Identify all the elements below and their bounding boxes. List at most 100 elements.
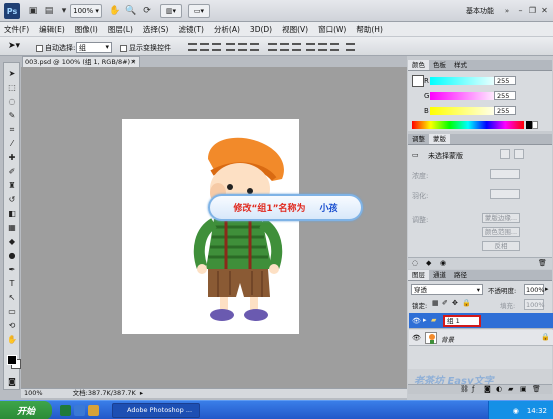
tab-paths[interactable]: 路径 [450, 270, 471, 280]
blue-value[interactable]: 255 [494, 106, 516, 115]
status-arrow-icon[interactable]: ▸ [140, 389, 143, 397]
adjustment-layer-icon[interactable]: ◐ [496, 385, 502, 393]
distribute-hcenter-icon[interactable] [318, 43, 327, 51]
invert-button[interactable]: 反相 [482, 241, 520, 251]
clone-stamp-tool-icon[interactable]: ♜ [7, 181, 17, 191]
document-tab[interactable]: 003.psd @ 100% (组 1, RGB/8#) * ✕ [22, 56, 140, 67]
healing-brush-tool-icon[interactable]: ✚ [7, 153, 17, 163]
distribute-right-icon[interactable] [330, 43, 339, 51]
opacity-field[interactable]: 100% [524, 284, 545, 295]
lasso-tool-icon[interactable]: ◌ [7, 97, 17, 107]
pen-tool-icon[interactable]: ✒ [7, 265, 17, 275]
quicklaunch-browser-icon[interactable] [74, 405, 85, 416]
workspace-dropdown-icon[interactable]: » [500, 4, 514, 18]
document-canvas[interactable] [122, 119, 299, 334]
auto-select-checkbox-wrap[interactable]: 自动选择: [36, 43, 75, 53]
shape-tool-icon[interactable]: ▭ [7, 307, 17, 317]
mask-load-selection-icon[interactable]: ◌ [412, 259, 418, 267]
quicklaunch-folder-icon[interactable] [88, 405, 99, 416]
brush-tool-icon[interactable]: ✐ [7, 167, 17, 177]
align-vcenter-icon[interactable] [200, 43, 209, 51]
color-fg-swatch[interactable] [412, 75, 424, 87]
new-layer-icon[interactable]: ▣ [520, 385, 527, 393]
new-group-icon[interactable]: ▰ [508, 385, 513, 393]
workspace-label[interactable]: 基本功能 [466, 6, 494, 16]
lock-position-icon[interactable]: ✥ [452, 299, 458, 307]
color-range-button[interactable]: 颜色范围... [482, 227, 520, 237]
hand-tool-icon[interactable]: ✋ [108, 4, 122, 18]
quicklaunch-show-desktop-icon[interactable] [60, 405, 71, 416]
white-swatch[interactable] [532, 121, 538, 129]
expand-arrow-icon[interactable]: ▸ [423, 316, 427, 324]
taskbar-photoshop-button[interactable]: Adobe Photoshop ... [112, 403, 200, 418]
visibility-eye-icon[interactable]: 👁 [412, 317, 421, 325]
tab-layers[interactable]: 图层 [408, 270, 429, 280]
restore-icon[interactable]: ❐ [527, 5, 538, 16]
lock-all-icon[interactable]: 🔒 [462, 299, 471, 307]
show-transform-wrap[interactable]: 显示变换控件 [120, 43, 171, 53]
tray-volume-icon[interactable]: ◉ [513, 407, 519, 415]
tab-color[interactable]: 颜色 [408, 60, 429, 70]
distribute-left-icon[interactable] [306, 43, 315, 51]
delete-layer-icon[interactable]: 🗑 [532, 385, 541, 393]
lock-transparent-icon[interactable]: ▦ [432, 299, 439, 307]
menu-select[interactable]: 选择(S) [143, 24, 169, 35]
marquee-tool-icon[interactable]: ⬚ [7, 83, 17, 93]
tab-masks[interactable]: 蒙版 [429, 134, 450, 144]
menu-help[interactable]: 帮助(H) [356, 24, 383, 35]
red-slider[interactable] [430, 77, 500, 85]
green-slider[interactable] [430, 92, 500, 100]
start-button[interactable]: 开始 [0, 401, 52, 419]
screen-mode-button[interactable]: ▭▾ [188, 4, 210, 18]
align-top-icon[interactable] [188, 43, 197, 51]
minimize-icon[interactable]: – [515, 5, 526, 16]
crop-tool-icon[interactable]: ⌗ [7, 125, 17, 135]
mask-delete-icon[interactable]: 🗑 [538, 259, 547, 267]
align-right-icon[interactable] [250, 43, 259, 51]
quick-mask-icon[interactable]: ◙ [7, 377, 17, 387]
distribute-bottom-icon[interactable] [292, 43, 301, 51]
zoom-tool-icon[interactable]: 🔍 [124, 4, 138, 18]
foreground-color-swatch[interactable] [7, 355, 17, 365]
layer-style-icon[interactable]: ƒ [472, 385, 474, 393]
eyedropper-tool-icon[interactable]: ⁄ [7, 139, 17, 149]
auto-select-dropdown[interactable]: 组 ▾ [76, 42, 112, 53]
distribute-vcenter-icon[interactable] [280, 43, 289, 51]
auto-select-checkbox[interactable] [36, 44, 43, 52]
menu-edit[interactable]: 编辑(E) [39, 24, 65, 35]
menu-3d[interactable]: 3D(D) [250, 25, 272, 34]
mask-disable-icon[interactable]: ◉ [440, 259, 446, 267]
arrange-documents-button[interactable]: ▥▾ [160, 4, 182, 18]
tray-clock[interactable]: 14:32 [527, 407, 547, 415]
align-bottom-icon[interactable] [212, 43, 221, 51]
history-brush-tool-icon[interactable]: ↺ [7, 195, 17, 205]
layer-row-group1[interactable]: 👁 ▸ ▰ 组 1 [409, 313, 553, 329]
visibility-eye-icon[interactable]: 👁 [412, 334, 421, 342]
green-value[interactable]: 255 [494, 91, 516, 100]
tab-adjustments[interactable]: 调整 [408, 134, 429, 144]
auto-align-icon[interactable] [346, 43, 355, 51]
tab-swatches[interactable]: 色板 [429, 60, 450, 70]
zoom-level-select[interactable]: 100% ▾ [70, 4, 102, 18]
color-spectrum-bar[interactable] [412, 121, 524, 129]
menu-window[interactable]: 窗口(W) [318, 24, 346, 35]
mask-edge-button[interactable]: 蒙版边缘... [482, 213, 520, 223]
tab-channels[interactable]: 通道 [429, 270, 450, 280]
gradient-tool-icon[interactable]: ▦ [7, 223, 17, 233]
mask-apply-icon[interactable]: ◆ [426, 259, 431, 267]
close-icon[interactable]: ✕ [539, 5, 550, 16]
status-zoom[interactable]: 100% [24, 389, 43, 397]
move-tool-icon[interactable]: ➤ [7, 69, 17, 79]
hand-tool-icon[interactable]: ✋ [7, 335, 17, 345]
menu-filter[interactable]: 滤镜(T) [179, 24, 204, 35]
pixel-mask-button[interactable] [500, 149, 510, 159]
align-left-icon[interactable] [226, 43, 235, 51]
vector-mask-button[interactable] [514, 149, 524, 159]
link-layers-icon[interactable]: ⛓ [460, 385, 469, 393]
blur-tool-icon[interactable]: ◆ [7, 237, 17, 247]
document-close-icon[interactable]: ✕ [131, 57, 136, 67]
eraser-tool-icon[interactable]: ◧ [7, 209, 17, 219]
path-select-tool-icon[interactable]: ↖ [7, 293, 17, 303]
quick-select-tool-icon[interactable]: ✎ [7, 111, 17, 121]
density-field[interactable] [490, 169, 520, 179]
